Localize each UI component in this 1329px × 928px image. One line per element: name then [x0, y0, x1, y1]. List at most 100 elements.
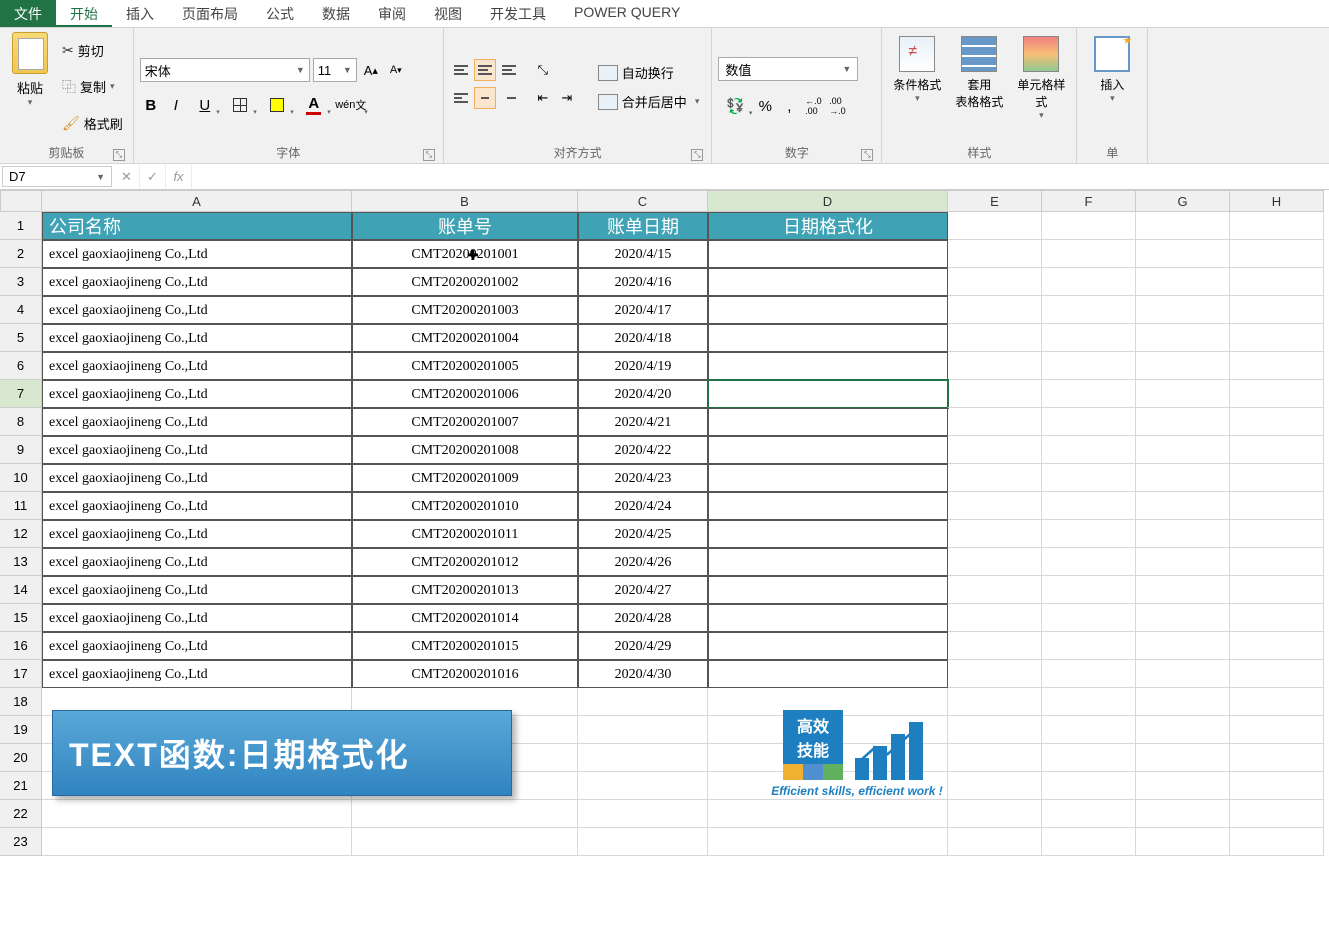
cell-D9[interactable] [708, 436, 948, 464]
cell-D15[interactable] [708, 604, 948, 632]
col-header-G[interactable]: G [1136, 190, 1230, 212]
format-painter-button[interactable]: 🖌格式刷 [58, 112, 127, 135]
percent-button[interactable]: % [754, 95, 776, 117]
comma-button[interactable]: , [778, 95, 800, 117]
cell-E16[interactable] [948, 632, 1042, 660]
cell-G2[interactable] [1136, 240, 1230, 268]
cell-G22[interactable] [1136, 800, 1230, 828]
cell-G14[interactable] [1136, 576, 1230, 604]
cell-H13[interactable] [1230, 548, 1324, 576]
cell-F6[interactable] [1042, 352, 1136, 380]
cell-B3[interactable]: CMT20200201002 [352, 268, 578, 296]
align-right-button[interactable] [498, 87, 520, 109]
cell-B12[interactable]: CMT20200201011 [352, 520, 578, 548]
insert-cells-button[interactable]: 插入 ▾ [1083, 32, 1141, 142]
fill-color-button[interactable] [260, 94, 294, 116]
cell-A11[interactable]: excel gaoxiaojineng Co.,Ltd [42, 492, 352, 520]
cell-F11[interactable] [1042, 492, 1136, 520]
cell-F8[interactable] [1042, 408, 1136, 436]
merge-center-button[interactable]: 合并后居中▾ [592, 90, 706, 113]
clipboard-launcher[interactable]: ⤡ [113, 149, 125, 161]
cut-button[interactable]: ✂剪切 [58, 39, 127, 62]
cell-F22[interactable] [1042, 800, 1136, 828]
copy-button[interactable]: ⿻复制▾ [58, 75, 127, 99]
cell-G11[interactable] [1136, 492, 1230, 520]
cell-B8[interactable]: CMT20200201007 [352, 408, 578, 436]
row-header-6[interactable]: 6 [0, 352, 42, 380]
cell-E14[interactable] [948, 576, 1042, 604]
cell-H21[interactable] [1230, 772, 1324, 800]
cell-A14[interactable]: excel gaoxiaojineng Co.,Ltd [42, 576, 352, 604]
tab-file[interactable]: 文件 [0, 0, 56, 27]
cell-C22[interactable] [578, 800, 708, 828]
cell-A2[interactable]: excel gaoxiaojineng Co.,Ltd [42, 240, 352, 268]
cell-G17[interactable] [1136, 660, 1230, 688]
cell-D6[interactable] [708, 352, 948, 380]
cell-G6[interactable] [1136, 352, 1230, 380]
select-all-corner[interactable] [0, 190, 42, 212]
cell-G15[interactable] [1136, 604, 1230, 632]
cell-E23[interactable] [948, 828, 1042, 856]
cell-F10[interactable] [1042, 464, 1136, 492]
cell-E17[interactable] [948, 660, 1042, 688]
cell-A13[interactable]: excel gaoxiaojineng Co.,Ltd [42, 548, 352, 576]
italic-button[interactable]: I [165, 94, 187, 116]
cell-E12[interactable] [948, 520, 1042, 548]
cell-A22[interactable] [42, 800, 352, 828]
cell-G1[interactable] [1136, 212, 1230, 240]
cell-B2[interactable]: CMT20200201001 [352, 240, 578, 268]
cell-F9[interactable] [1042, 436, 1136, 464]
cell-B13[interactable]: CMT20200201012 [352, 548, 578, 576]
alignment-launcher[interactable]: ⤡ [691, 149, 703, 161]
orientation-button[interactable]: ⤡ [532, 59, 554, 81]
cell-F15[interactable] [1042, 604, 1136, 632]
col-header-E[interactable]: E [948, 190, 1042, 212]
cell-B16[interactable]: CMT20200201015 [352, 632, 578, 660]
cell-G13[interactable] [1136, 548, 1230, 576]
cell-E8[interactable] [948, 408, 1042, 436]
cell-H16[interactable] [1230, 632, 1324, 660]
cell-A4[interactable]: excel gaoxiaojineng Co.,Ltd [42, 296, 352, 324]
tab-view[interactable]: 视图 [420, 0, 476, 27]
cell-D16[interactable] [708, 632, 948, 660]
cell-G18[interactable] [1136, 688, 1230, 716]
cell-G19[interactable] [1136, 716, 1230, 744]
cell-E5[interactable] [948, 324, 1042, 352]
row-header-12[interactable]: 12 [0, 520, 42, 548]
row-header-17[interactable]: 17 [0, 660, 42, 688]
cell-C2[interactable]: 2020/4/15 [578, 240, 708, 268]
cell-B5[interactable]: CMT20200201004 [352, 324, 578, 352]
cell-F23[interactable] [1042, 828, 1136, 856]
insert-function-button[interactable]: fx [166, 164, 192, 189]
cell-F1[interactable] [1042, 212, 1136, 240]
conditional-format-button[interactable]: 条件格式 ▾ [888, 32, 946, 142]
cell-A10[interactable]: excel gaoxiaojineng Co.,Ltd [42, 464, 352, 492]
cell-A6[interactable]: excel gaoxiaojineng Co.,Ltd [42, 352, 352, 380]
cell-C1[interactable]: 账单日期 [578, 212, 708, 240]
cell-H8[interactable] [1230, 408, 1324, 436]
cell-H4[interactable] [1230, 296, 1324, 324]
cell-C9[interactable]: 2020/4/22 [578, 436, 708, 464]
cell-styles-button[interactable]: 单元格样式 ▾ [1012, 32, 1070, 142]
cell-H20[interactable] [1230, 744, 1324, 772]
cell-A3[interactable]: excel gaoxiaojineng Co.,Ltd [42, 268, 352, 296]
col-header-B[interactable]: B [352, 190, 578, 212]
row-header-13[interactable]: 13 [0, 548, 42, 576]
cell-E4[interactable] [948, 296, 1042, 324]
cell-F21[interactable] [1042, 772, 1136, 800]
font-size-combo[interactable]: 11▼ [313, 58, 357, 82]
cell-H15[interactable] [1230, 604, 1324, 632]
cell-H17[interactable] [1230, 660, 1324, 688]
cell-C16[interactable]: 2020/4/29 [578, 632, 708, 660]
cell-H10[interactable] [1230, 464, 1324, 492]
cell-E15[interactable] [948, 604, 1042, 632]
row-header-19[interactable]: 19 [0, 716, 42, 744]
name-box[interactable]: D7▼ [2, 166, 112, 187]
cell-C23[interactable] [578, 828, 708, 856]
cell-F17[interactable] [1042, 660, 1136, 688]
tab-insert[interactable]: 插入 [112, 0, 168, 27]
cell-C13[interactable]: 2020/4/26 [578, 548, 708, 576]
cell-A9[interactable]: excel gaoxiaojineng Co.,Ltd [42, 436, 352, 464]
cell-A16[interactable]: excel gaoxiaojineng Co.,Ltd [42, 632, 352, 660]
cell-C5[interactable]: 2020/4/18 [578, 324, 708, 352]
